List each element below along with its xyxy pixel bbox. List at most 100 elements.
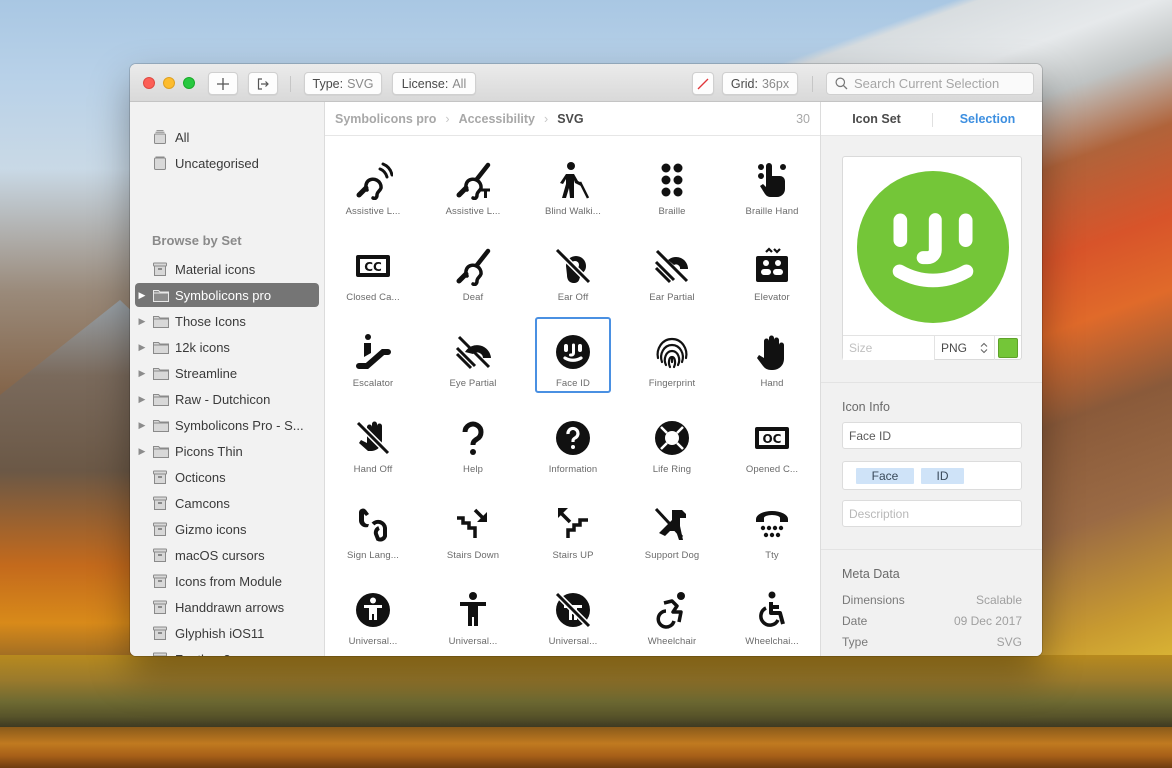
sidebar-item[interactable]: Uncategorised <box>135 151 319 175</box>
disclosure-triangle-icon[interactable]: ▶ <box>136 446 148 457</box>
sidebar-item-label: 12k icons <box>175 339 230 355</box>
folder-icon <box>152 313 170 329</box>
add-button[interactable] <box>208 72 238 95</box>
icon-label: Stairs Down <box>446 550 500 561</box>
sidebar-item[interactable]: ▶ Picons Thin <box>135 439 319 463</box>
icon-grid-cell[interactable]: Assistive L... <box>435 145 511 221</box>
ear-off-icon <box>554 247 592 285</box>
sidebar-item[interactable]: Octicons <box>135 465 319 489</box>
description-input[interactable] <box>843 501 1021 526</box>
icon-grid-cell[interactable]: Face ID <box>535 317 611 393</box>
background-color-toggle[interactable] <box>692 72 714 95</box>
meta-data-title: Meta Data <box>842 567 900 581</box>
sidebar-item-label: Streamline <box>175 365 238 381</box>
icon-grid-cell[interactable]: Universal... <box>435 575 511 651</box>
type-filter-label: Type: <box>312 76 344 91</box>
disclosure-triangle-icon[interactable]: ▶ <box>136 290 148 301</box>
inspector-panel: Icon Set Selection PNG Icon In <box>820 102 1042 656</box>
tab-icon-set[interactable]: Icon Set <box>821 112 932 126</box>
sidebar-item[interactable]: macOS cursors <box>135 543 319 567</box>
zoom-window-button[interactable] <box>183 77 195 89</box>
grid-size-button[interactable]: Grid: 36px <box>722 72 798 95</box>
icon-grid-cell[interactable]: Deaf <box>435 231 511 307</box>
disclosure-triangle-icon[interactable]: ▶ <box>136 394 148 405</box>
icon-grid-cell[interactable]: Support Dog <box>634 489 710 565</box>
sidebar-item-label: Those Icons <box>175 313 246 329</box>
icon-grid-cell[interactable]: CC Closed Ca... <box>335 231 411 307</box>
sidebar-item[interactable]: Handdrawn arrows <box>135 595 319 619</box>
icon-grid-cell[interactable]: Eye Partial <box>435 317 511 393</box>
sidebar-item[interactable]: ▶ 12k icons <box>135 335 319 359</box>
icon-grid-cell[interactable]: Elevator <box>734 231 810 307</box>
close-window-button[interactable] <box>143 77 155 89</box>
breadcrumb-item-set[interactable]: Symbolicons pro <box>335 112 436 126</box>
icon-grid-cell[interactable]: OC Opened C... <box>734 403 810 479</box>
icon-grid-cell[interactable]: Help <box>435 403 511 479</box>
search-field[interactable] <box>826 72 1034 95</box>
sidebar-item[interactable]: ▶ Those Icons <box>135 309 319 333</box>
icon-label: Stairs UP <box>552 550 594 561</box>
sidebar: All Uncategorised Browse by Set Material ic… <box>130 102 325 656</box>
braille-hand-icon <box>758 163 786 198</box>
icon-grid-cell[interactable]: Information <box>535 403 611 479</box>
license-filter-button[interactable]: License: All <box>392 72 476 95</box>
icon-grid-cell[interactable]: Wheelchai... <box>734 575 810 651</box>
disclosure-triangle-icon[interactable]: ▶ <box>136 420 148 431</box>
disclosure-triangle-icon[interactable]: ▶ <box>136 316 148 327</box>
breadcrumb-item-category[interactable]: Accessibility <box>459 112 535 126</box>
format-select[interactable]: PNG <box>935 336 995 360</box>
color-picker-swatch[interactable] <box>998 338 1018 358</box>
icon-grid-cell[interactable]: Universal... <box>535 575 611 651</box>
sidebar-item[interactable]: Feather 2 <box>135 647 319 656</box>
icon-grid-cell[interactable]: Ear Off <box>535 231 611 307</box>
divider <box>821 382 1042 383</box>
export-button[interactable] <box>248 72 278 95</box>
sidebar-item[interactable]: ▶ Symbolicons Pro - S... <box>135 413 319 437</box>
description-field[interactable] <box>842 500 1022 527</box>
icon-grid-cell[interactable]: Hand Off <box>335 403 411 479</box>
sidebar-item[interactable]: All <box>135 125 319 149</box>
sidebar-item-label: Octicons <box>175 469 226 485</box>
archive-icon <box>152 625 170 641</box>
export-controls: PNG <box>843 335 1021 360</box>
icon-grid-cell[interactable]: Braille Hand <box>734 145 810 221</box>
icon-grid-cell[interactable]: Ear Partial <box>634 231 710 307</box>
size-input[interactable] <box>843 336 935 360</box>
icon-grid-cell[interactable]: Life Ring <box>634 403 710 479</box>
icon-grid-cell[interactable]: Universal... <box>335 575 411 651</box>
icon-name-input[interactable] <box>843 423 1021 448</box>
sidebar-item[interactable]: ▶ Streamline <box>135 361 319 385</box>
icon-grid-cell[interactable]: Blind Walki... <box>535 145 611 221</box>
archive-icon <box>152 469 170 485</box>
icon-grid-cell[interactable]: Braille <box>634 145 710 221</box>
icon-grid-cell[interactable]: Wheelchair <box>634 575 710 651</box>
icon-grid-cell[interactable]: Escalator <box>335 317 411 393</box>
icon-grid-cell[interactable]: Sign Lang... <box>335 489 411 565</box>
icon-grid-cell[interactable]: Tty <box>734 489 810 565</box>
icon-grid-cell[interactable]: Hand <box>734 317 810 393</box>
tag-chip[interactable]: Face <box>856 467 914 484</box>
icon-grid-cell[interactable]: Stairs UP <box>535 489 611 565</box>
icon-name-field[interactable] <box>842 422 1022 449</box>
disclosure-triangle-icon[interactable]: ▶ <box>136 342 148 353</box>
icon-grid-cell[interactable]: Fingerprint <box>634 317 710 393</box>
disclosure-triangle-icon[interactable]: ▶ <box>136 368 148 379</box>
tags-field[interactable]: Face ID <box>842 461 1022 490</box>
sidebar-item[interactable]: ▶ Symbolicons pro <box>135 283 319 307</box>
sidebar-item[interactable]: Gizmo icons <box>135 517 319 541</box>
minimize-window-button[interactable] <box>163 77 175 89</box>
type-filter-button[interactable]: Type: SVG <box>304 72 382 95</box>
sidebar-item-label: Glyphish iOS11 <box>175 625 265 641</box>
tab-selection[interactable]: Selection <box>932 112 1042 126</box>
tag-chip[interactable]: ID <box>921 467 964 484</box>
icon-grid-cell[interactable]: Assistive L... <box>335 145 411 221</box>
sidebar-item[interactable]: ▶ Raw - Dutchicon <box>135 387 319 411</box>
sidebar-item[interactable]: Glyphish iOS11 <box>135 621 319 645</box>
sidebar-item[interactable]: Material icons <box>135 257 319 281</box>
meta-row-date: Date 09 Dec 2017 <box>842 614 1022 628</box>
sidebar-item[interactable]: Icons from Module <box>135 569 319 593</box>
folder-icon <box>152 417 170 433</box>
search-input[interactable] <box>854 76 1033 91</box>
icon-grid-cell[interactable]: Stairs Down <box>435 489 511 565</box>
sidebar-item[interactable]: Camcons <box>135 491 319 515</box>
